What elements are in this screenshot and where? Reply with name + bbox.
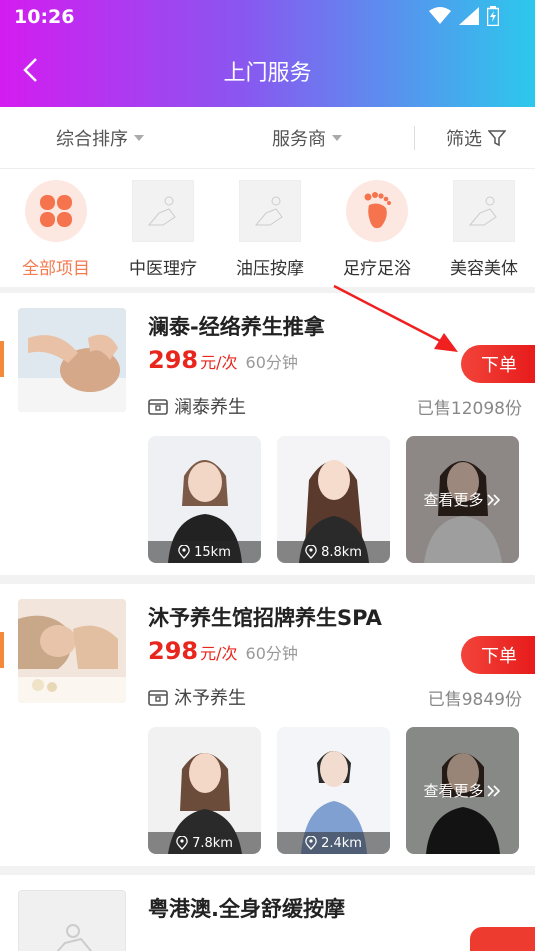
technician-card[interactable]: 7.8km xyxy=(148,727,261,854)
category-tcm[interactable]: 中医理疗 xyxy=(113,180,213,279)
divider xyxy=(414,126,415,150)
placeholder-image-icon xyxy=(132,180,194,242)
location-pin-icon xyxy=(305,836,317,850)
order-button[interactable]: 下单 xyxy=(461,636,535,674)
double-chevron-right-icon xyxy=(486,784,500,797)
category-beauty[interactable]: 美容美体 xyxy=(434,180,534,279)
page-title: 上门服务 xyxy=(223,61,312,86)
filter-button[interactable]: 筛选 xyxy=(446,125,506,151)
location-pin-icon xyxy=(176,836,188,850)
placeholder-image-icon xyxy=(18,890,126,951)
sold-count: 已售9849份 xyxy=(427,690,522,710)
shop-name[interactable]: 沐予养生 xyxy=(148,684,246,710)
provider-dropdown[interactable]: 服务商 xyxy=(272,125,342,151)
shop-icon xyxy=(148,690,168,706)
price-unit: 元/次 xyxy=(200,353,238,372)
service-thumbnail xyxy=(18,599,126,703)
price: 298 元/次 60分钟 xyxy=(148,346,298,374)
technician-list: 7.8km 2.4km 查看更多 xyxy=(148,727,519,854)
sort-filter-bar: 综合排序 服务商 筛选 xyxy=(0,107,535,169)
category-row: 全部项目 中医理疗 油压按摩 足疗足浴 美容美体 xyxy=(0,169,535,287)
double-chevron-right-icon xyxy=(486,493,500,506)
view-more-overlay: 查看更多 xyxy=(406,436,519,563)
technician-card[interactable]: 2.4km xyxy=(277,727,390,854)
distance-label: 7.8km xyxy=(192,835,233,851)
distance-label: 8.8km xyxy=(321,544,362,560)
order-button[interactable] xyxy=(470,927,535,951)
technician-card[interactable]: 15km xyxy=(148,436,261,563)
price-value: 298 xyxy=(148,346,199,374)
clover-icon xyxy=(25,180,87,242)
distance-badge: 15km xyxy=(148,541,261,563)
shop-icon xyxy=(148,399,168,415)
duration: 60分钟 xyxy=(245,644,298,663)
service-card[interactable]: 沐予养生馆招牌养生SPA 298 元/次 60分钟 下单 沐予养生 已售9849… xyxy=(0,584,535,866)
distance-label: 15km xyxy=(194,544,231,560)
sold-count: 已售12098份 xyxy=(416,399,522,419)
wifi-icon xyxy=(429,7,451,24)
view-more-button[interactable]: 查看更多 xyxy=(406,436,519,563)
distance-badge: 8.8km xyxy=(277,541,390,563)
service-card[interactable]: 粤港澳.全身舒缓按摩 xyxy=(0,875,535,951)
placeholder-image-icon xyxy=(239,180,301,242)
signal-icon xyxy=(459,7,479,25)
dropdown-arrow-icon xyxy=(134,135,144,141)
location-pin-icon xyxy=(305,545,317,559)
distance-label: 2.4km xyxy=(321,835,362,851)
view-more-label: 查看更多 xyxy=(423,782,484,800)
price: 298 元/次 60分钟 xyxy=(148,637,298,665)
shop-name[interactable]: 澜泰养生 xyxy=(148,393,246,419)
price-unit: 元/次 xyxy=(200,644,238,663)
price-value: 298 xyxy=(148,637,199,665)
service-title: 澜泰-经络养生推拿 xyxy=(148,315,325,339)
placeholder-image-icon xyxy=(453,180,515,242)
view-more-button[interactable]: 查看更多 xyxy=(406,727,519,854)
card-marker xyxy=(0,341,4,377)
view-more-label: 查看更多 xyxy=(423,491,484,509)
category-label: 中医理疗 xyxy=(129,259,197,279)
distance-badge: 7.8km xyxy=(148,832,261,854)
shop-label: 沐予养生 xyxy=(174,688,246,709)
category-label: 美容美体 xyxy=(450,259,518,279)
category-foot-bath[interactable]: 足疗足浴 xyxy=(327,180,427,279)
filter-label: 筛选 xyxy=(446,129,482,150)
view-more-overlay: 查看更多 xyxy=(406,727,519,854)
app-header: 10:26 上门服务 xyxy=(0,0,535,107)
service-thumbnail xyxy=(18,308,126,412)
dropdown-arrow-icon xyxy=(332,135,342,141)
technician-list: 15km 8.8km 查看更多 xyxy=(148,436,519,563)
category-label: 全部项目 xyxy=(22,259,90,279)
category-label: 油压按摩 xyxy=(236,259,304,279)
location-pin-icon xyxy=(178,545,190,559)
distance-badge: 2.4km xyxy=(277,832,390,854)
battery-icon xyxy=(487,6,499,26)
status-time: 10:26 xyxy=(14,6,75,28)
card-marker xyxy=(0,632,4,668)
sort-dropdown[interactable]: 综合排序 xyxy=(56,125,144,151)
duration: 60分钟 xyxy=(245,353,298,372)
service-title: 粤港澳.全身舒缓按摩 xyxy=(148,897,345,921)
footprint-icon xyxy=(346,180,408,242)
status-icons xyxy=(429,6,499,26)
funnel-icon xyxy=(488,130,506,147)
category-label: 足疗足浴 xyxy=(343,259,411,279)
category-oil-massage[interactable]: 油压按摩 xyxy=(220,180,320,279)
order-button[interactable]: 下单 xyxy=(461,345,535,383)
provider-label: 服务商 xyxy=(272,129,326,150)
service-card[interactable]: 澜泰-经络养生推拿 298 元/次 60分钟 下单 澜泰养生 已售12098份 … xyxy=(0,293,535,575)
sort-label: 综合排序 xyxy=(56,129,128,150)
category-all[interactable]: 全部项目 xyxy=(6,180,106,279)
technician-card[interactable]: 8.8km xyxy=(277,436,390,563)
service-title: 沐予养生馆招牌养生SPA xyxy=(148,606,382,630)
shop-label: 澜泰养生 xyxy=(174,397,246,418)
